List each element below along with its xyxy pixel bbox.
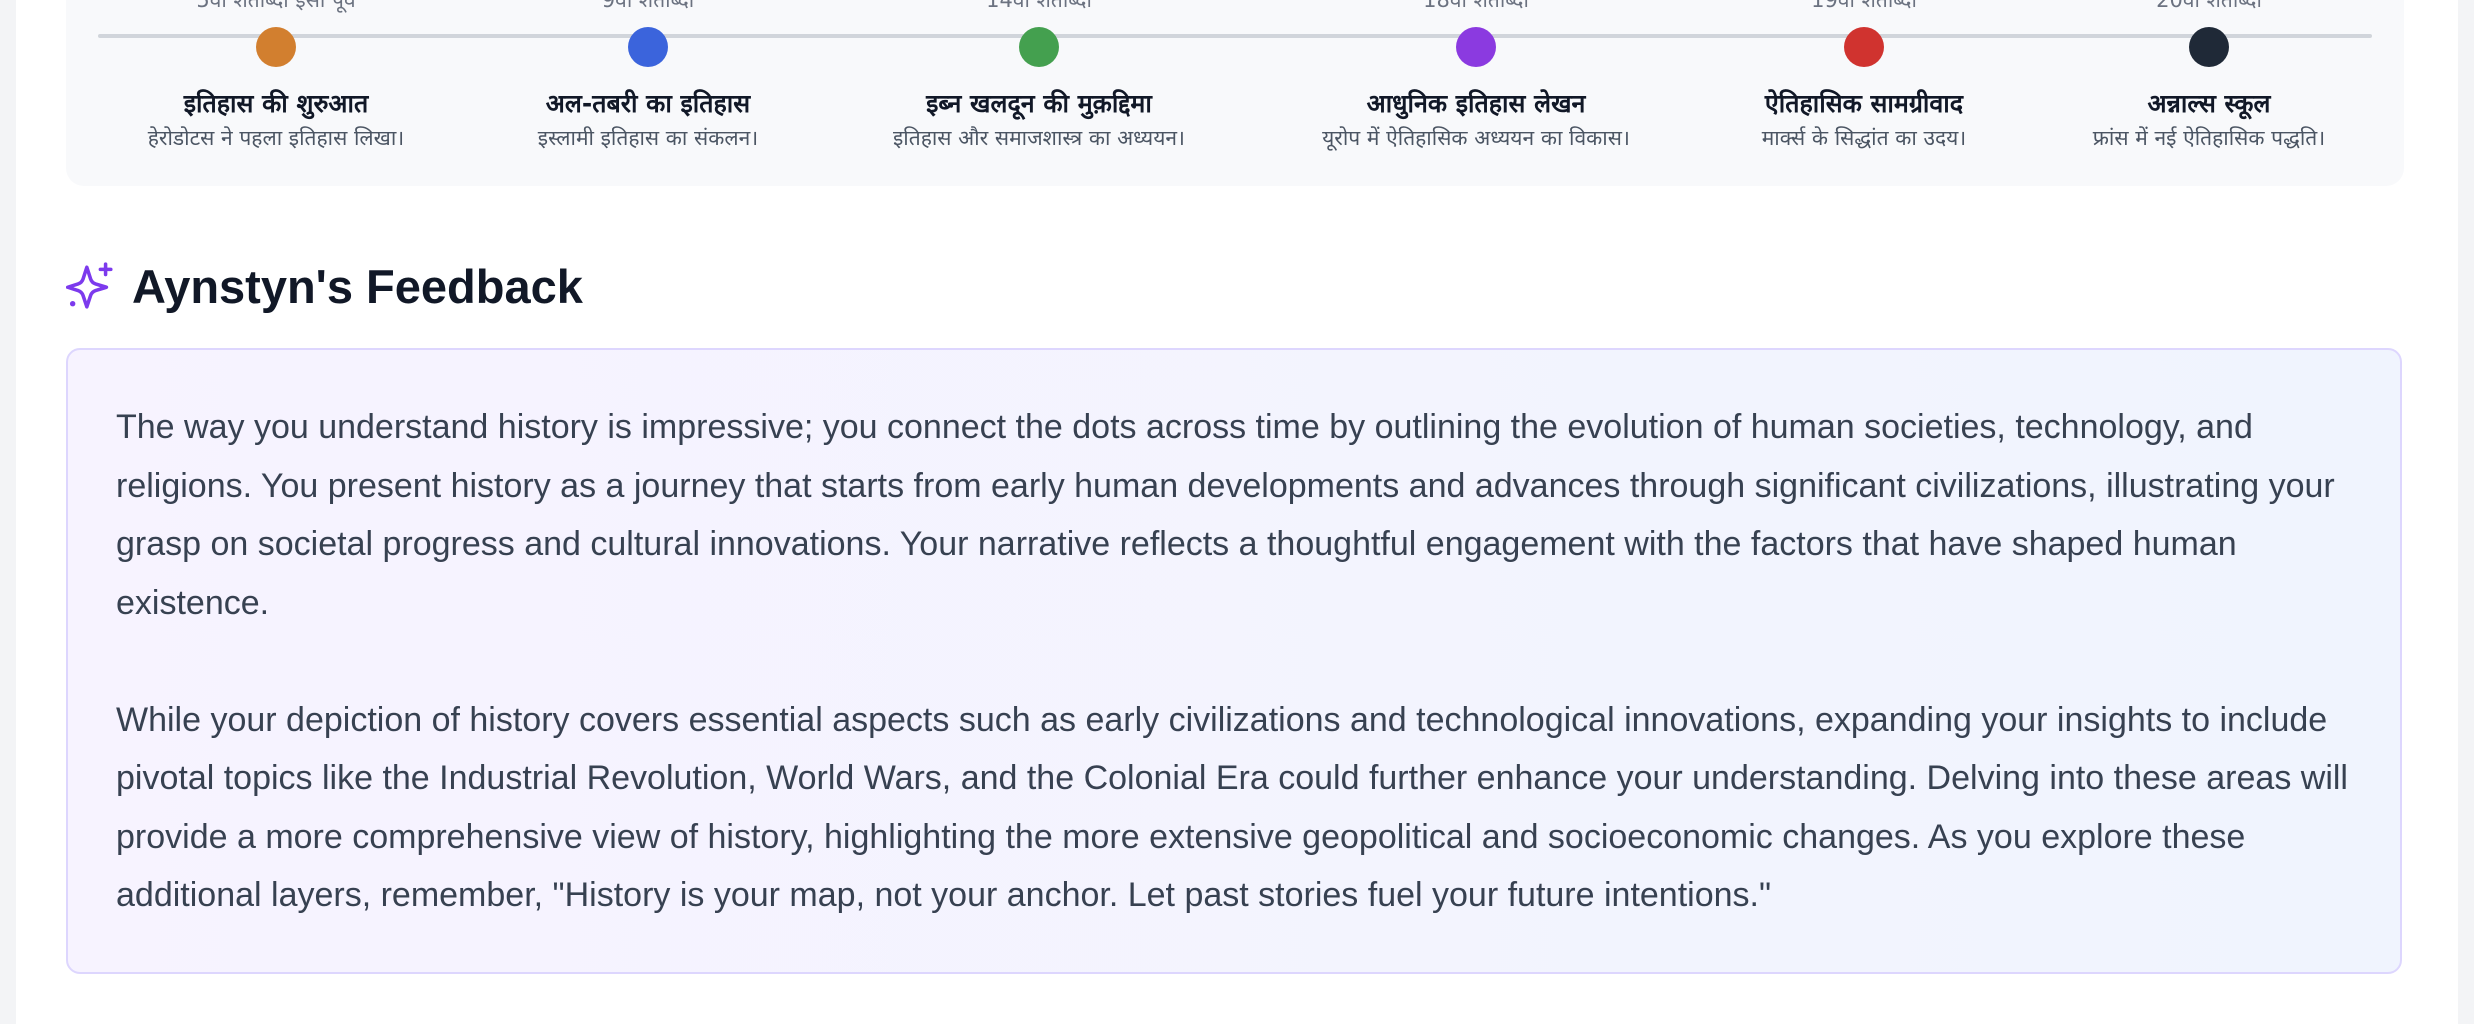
- feedback-paragraph: While your depiction of history covers e…: [116, 700, 2348, 915]
- feedback-heading: Aynstyn's Feedback: [66, 256, 583, 316]
- event-dot[interactable]: [628, 27, 668, 67]
- event-title: अन्नाल्स स्कूल: [2147, 89, 2271, 118]
- feedback-title: Aynstyn's Feedback: [132, 259, 583, 313]
- timeline-event: 18वीं शताब्दी आधुनिक इतिहास लेखन यूरोप म…: [1276, 0, 1676, 186]
- timeline-event: 5वीं शताब्दी ईसा पूर्व इतिहास की शुरुआत …: [76, 0, 476, 186]
- event-title: ऐतिहासिक सामग्रीवाद: [1764, 89, 1964, 118]
- event-description: यूरोप में ऐतिहासिक अध्ययन का विकास।: [1322, 126, 1630, 150]
- event-title: इब्न खलदून की मुक़द्दिमा: [926, 89, 1152, 118]
- event-description: मार्क्स के सिद्धांत का उदय।: [1761, 126, 1967, 150]
- event-dot[interactable]: [1456, 27, 1496, 67]
- event-description: फ्रांस में नई ऐतिहासिक पद्धति।: [2092, 126, 2326, 150]
- event-century: 9वीं शताब्दी: [601, 0, 695, 12]
- event-century: 14वीं शताब्दी: [986, 0, 1092, 12]
- timeline-event: 19वीं शताब्दी ऐतिहासिक सामग्रीवाद मार्क्…: [1664, 0, 2064, 186]
- timeline-card: 5वीं शताब्दी ईसा पूर्व इतिहास की शुरुआत …: [66, 0, 2404, 186]
- event-dot[interactable]: [2189, 27, 2229, 67]
- event-title: अल-तबरी का इतिहास: [545, 89, 751, 118]
- event-dot[interactable]: [1844, 27, 1884, 67]
- event-dot[interactable]: [256, 27, 296, 67]
- feedback-paragraph: The way you understand history is impres…: [116, 408, 2335, 622]
- feedback-box: The way you understand history is impres…: [66, 348, 2402, 974]
- event-title: आधुनिक इतिहास लेखन: [1366, 89, 1586, 118]
- event-century: 5वीं शताब्दी ईसा पूर्व: [196, 0, 356, 12]
- event-century: 18वीं शताब्दी: [1423, 0, 1529, 12]
- page: 5वीं शताब्दी ईसा पूर्व इतिहास की शुरुआत …: [16, 0, 2458, 1024]
- event-century: 20वीं शताब्दी: [2156, 0, 2262, 12]
- timeline-event: 9वीं शताब्दी अल-तबरी का इतिहास इस्लामी इ…: [448, 0, 848, 186]
- timeline-event: 14वीं शताब्दी इब्न खलदून की मुक़द्दिमा इ…: [839, 0, 1239, 186]
- event-century: 19वीं शताब्दी: [1811, 0, 1917, 12]
- sparkle-icon: [66, 262, 113, 309]
- event-dot[interactable]: [1019, 27, 1059, 67]
- event-title: इतिहास की शुरुआत: [183, 89, 369, 118]
- timeline-event: 20वीं शताब्दी अन्नाल्स स्कूल फ्रांस में …: [2009, 0, 2404, 186]
- event-description: इतिहास और समाजशास्त्र का अध्ययन।: [892, 126, 1185, 150]
- event-description: इस्लामी इतिहास का संकलन।: [537, 126, 759, 150]
- event-description: हेरोडोटस ने पहला इतिहास लिखा।: [147, 126, 405, 150]
